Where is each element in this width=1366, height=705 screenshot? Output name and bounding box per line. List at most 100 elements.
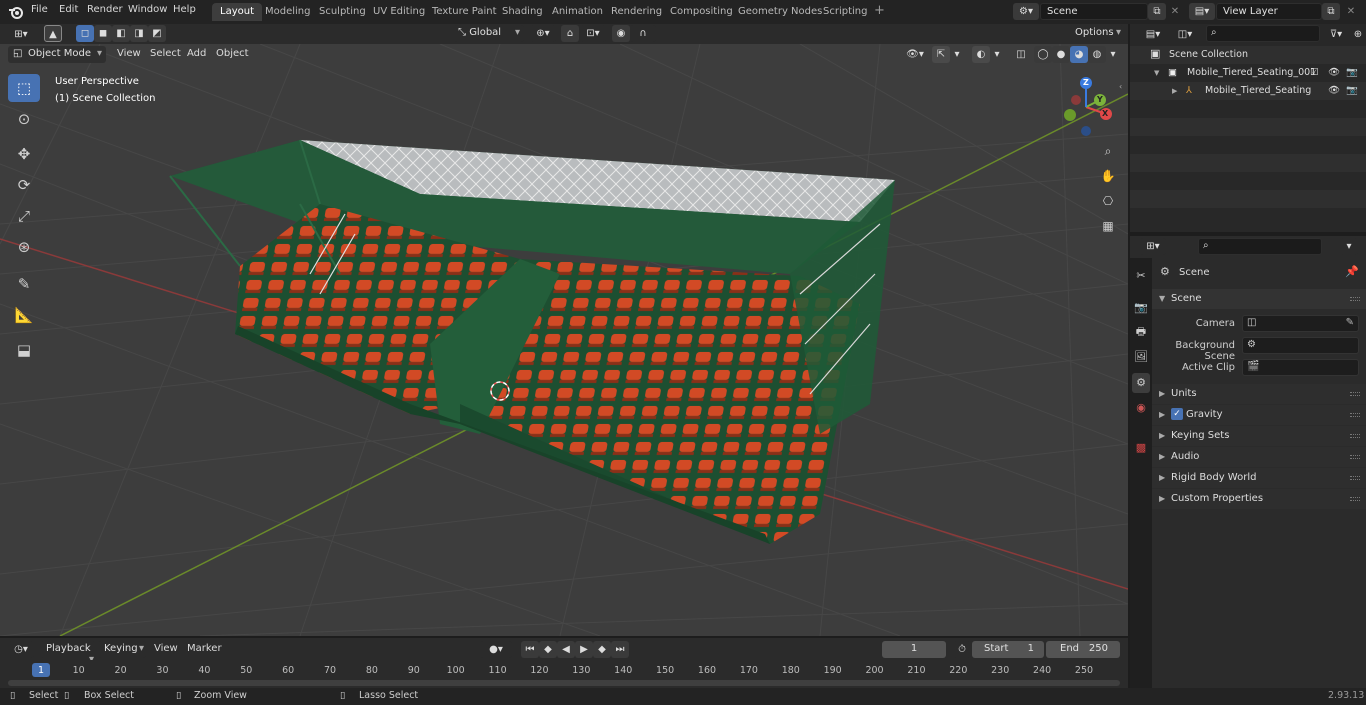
outliner-row-object[interactable]: ▶ ⅄ Mobile_Tiered_Seating 👁 📷 [1130,82,1366,100]
editor-type-icon[interactable]: ⊞▾ [8,26,34,43]
annotate-tool-icon[interactable]: ✎ [8,270,40,298]
chevron-down-icon[interactable]: ▾ [1106,46,1120,63]
drag-handle-icon[interactable] [1350,497,1360,501]
panel-rigid-body-world[interactable]: ▶ Rigid Body World [1152,468,1366,488]
menu-render[interactable]: Render [87,4,123,15]
select-mode-invert-icon[interactable]: ◨ [130,25,148,42]
menu-edit[interactable]: Edit [59,4,78,15]
stopwatch-icon[interactable]: ⏱ [953,641,971,658]
drag-handle-icon[interactable] [1350,392,1360,396]
menu-help[interactable]: Help [173,4,196,15]
scene-field[interactable]: Scene [1040,3,1148,20]
pin-icon[interactable]: 📌 [1345,265,1359,278]
options-dropdown[interactable]: Options ▾ [1069,25,1124,42]
rendered-shading-icon[interactable]: ◍ [1088,46,1106,63]
outliner-row-collection[interactable]: ▼ ▣ Mobile_Tiered_Seating_001 ☑ 👁 📷 [1130,64,1366,82]
view-layer-field[interactable]: View Layer [1216,3,1322,20]
proportional-edit-icon[interactable]: ◉ [612,25,630,42]
properties-editor-type-icon[interactable]: ⊞▾ [1140,238,1166,255]
zoom-icon[interactable]: ⌕ [1097,140,1119,162]
scale-tool-icon[interactable]: ⤢ [8,202,40,230]
menu-window[interactable]: Window [128,4,167,15]
visibility-filter-icon[interactable]: 👁▾ [902,46,928,63]
filter-icon[interactable]: ⊽▾ [1322,26,1350,43]
tab-rendering[interactable]: Rendering [603,3,670,21]
xray-toggle-icon[interactable]: ◫ [1012,46,1030,63]
pivot-point-icon[interactable]: ⊕▾ [530,25,556,42]
measure-tool-icon[interactable]: 📐 [8,301,40,329]
3d-viewport[interactable]: X Y Z ⌕ ✋ ⎔ ▦ [0,44,1128,636]
tool-tab-icon[interactable]: ✂ [1132,266,1150,286]
select-mode-new-icon[interactable]: ◻ [76,25,94,42]
properties-options-icon[interactable]: ▾ [1340,238,1358,255]
tab-layout[interactable]: Layout [212,3,262,21]
mode-dropdown[interactable]: ◱ Object Mode ▾ [8,46,106,63]
select-mode-extend-icon[interactable]: ◼ [94,25,112,42]
blender-logo-icon[interactable] [8,4,24,20]
keying-dropdown[interactable]: Keying ▾ [98,641,146,658]
play-icon[interactable]: ▶ [575,641,593,658]
perspective-toggle-icon[interactable]: ▦ [1097,215,1119,237]
pan-hand-icon[interactable]: ✋ [1097,165,1119,187]
tiered-seating-model[interactable] [169,139,895,544]
start-frame-field[interactable]: Start 1 [972,641,1044,658]
camera-view-icon[interactable]: ⎔ [1097,190,1119,212]
gizmo-toggle-icon[interactable]: ⇱ [932,46,950,63]
texture-tab-icon[interactable]: ▩ [1132,438,1150,458]
view-layer-close-icon[interactable]: ✕ [1342,3,1360,20]
view-layer-tab-icon[interactable]: 🖼 [1132,347,1150,367]
rotate-tool-icon[interactable]: ⟳ [8,171,40,199]
active-clip-field[interactable]: 🎬 [1242,359,1359,376]
record-toggle-icon[interactable]: ●▾ [480,641,512,658]
snap-toggle-icon[interactable]: ⌂ [561,25,579,42]
viewport-menu-view[interactable]: View [117,48,141,59]
eye-icon[interactable]: 👁 [1328,85,1340,96]
transform-tool-icon[interactable]: ⊛ [8,233,40,261]
drag-handle-icon[interactable] [1350,455,1360,459]
viewport-menu-add[interactable]: Add [187,48,206,59]
drag-handle-icon[interactable] [1350,476,1360,480]
orientation-dropdown[interactable]: ⤡ Global ▾ [454,25,524,42]
background-scene-field[interactable]: ⚙ [1242,337,1359,354]
collapse-triangle-icon[interactable]: ▼ [1154,69,1159,77]
jump-start-icon[interactable]: ⏮ [521,641,539,658]
view-layer-icon[interactable]: ▤▾ [1189,3,1215,20]
panel-audio[interactable]: ▶ Audio [1152,447,1366,467]
cursor-tool-icon[interactable]: ⊙ [8,105,40,133]
timeline-scrollbar[interactable] [8,680,1120,686]
overlays-toggle-icon[interactable]: ◐ [972,46,990,63]
drag-handle-icon[interactable] [1350,434,1360,438]
sidebar-toggle-icon[interactable]: ‹ [1119,82,1122,91]
tab-animation[interactable]: Animation [544,3,611,21]
world-tab-icon[interactable]: ◉ [1132,398,1150,418]
new-collection-icon[interactable]: ⊕ [1350,26,1366,43]
scene-copy-icon[interactable]: ⧉ [1148,3,1166,20]
outliner-row-scene-collection[interactable]: ▣ Scene Collection [1130,46,1366,64]
jump-end-icon[interactable]: ⏭ [611,641,629,658]
exclude-checkbox-icon[interactable]: ☑ [1310,67,1319,78]
eyedropper-icon[interactable]: ✎ [1346,317,1354,328]
add-cube-tool-icon[interactable]: ⬓ [8,336,40,364]
playback-dropdown[interactable]: Playback▾ [40,641,96,665]
wireframe-shading-icon[interactable]: ◯ [1034,46,1052,63]
timeline-menu-marker[interactable]: Marker [187,643,222,654]
timeline-ruler[interactable]: 1 10 20 30 40 50 60 70 80 90 100 110 120 130 140 150 160… [0,660,1128,688]
expand-triangle-icon[interactable]: ▶ [1172,87,1177,95]
tab-compositing[interactable]: Compositing [662,3,741,21]
view-layer-copy-icon[interactable]: ⧉ [1322,3,1340,20]
eye-icon[interactable]: 👁 [1328,67,1340,78]
viewport-menu-object[interactable]: Object [216,48,249,59]
drag-handle-icon[interactable] [1350,413,1360,417]
play-reverse-icon[interactable]: ◀ [557,641,575,658]
timeline-menu-view[interactable]: View [154,643,178,654]
panel-scene-header[interactable]: ▼ Scene [1152,289,1366,309]
solid-shading-icon[interactable]: ● [1052,46,1070,63]
scene-tab-icon[interactable]: ⚙ [1132,373,1150,393]
camera-field[interactable]: ◫ ✎ [1242,315,1359,332]
camera-render-icon[interactable]: 📷 [1346,85,1358,96]
tab-shading[interactable]: Shading [494,3,551,21]
tab-uv-editing[interactable]: UV Editing [365,3,433,21]
gravity-checkbox[interactable]: ✓ [1171,408,1183,420]
chevron-down-icon[interactable]: ▾ [990,46,1004,63]
material-shading-icon[interactable]: ◕ [1070,46,1088,63]
